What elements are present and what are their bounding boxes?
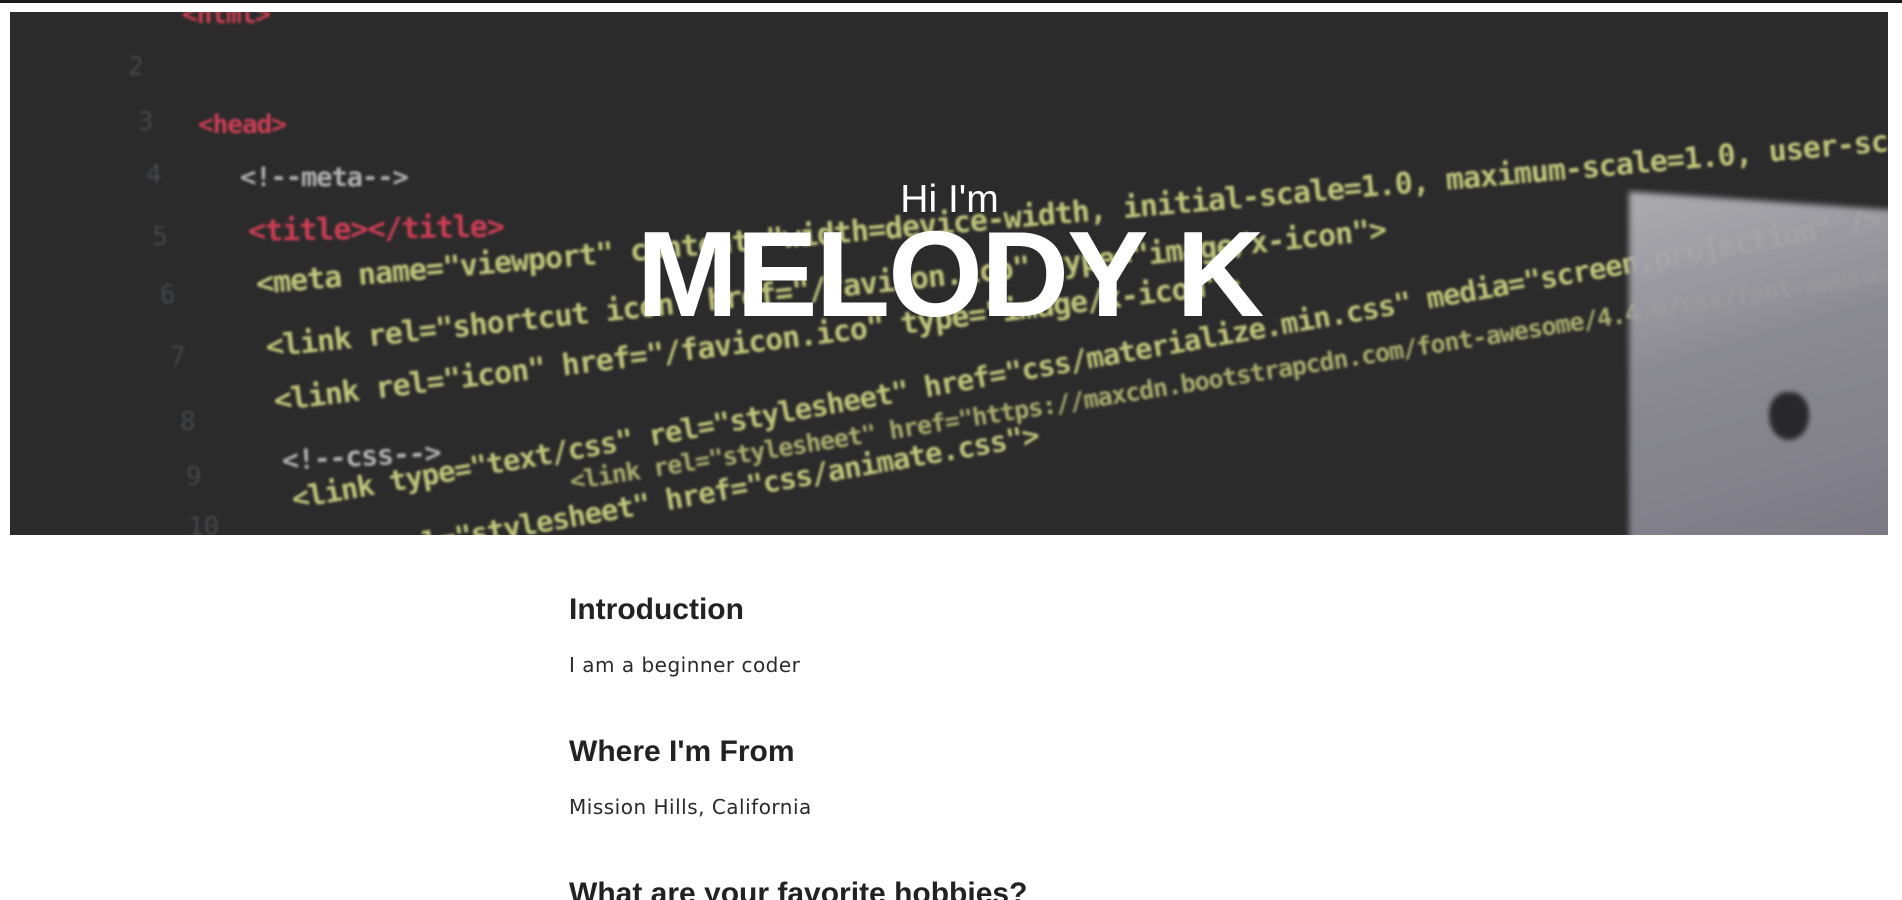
hero-name: MELODY K [636,206,1265,342]
section-heading: Where I'm From [569,735,795,768]
section-text: Mission Hills, California [569,795,812,819]
section-heading: What are your favorite hobbies? [569,877,1028,900]
page: 2 3 4 5 6 7 8 9 10 <html> <head> <!--met… [0,3,1902,900]
right-edge [1888,3,1902,900]
section-introduction: Introduction I am a beginner coder [569,593,800,677]
section-hobbies: What are your favorite hobbies? [569,877,1027,900]
section-where-from: Where I'm From Mission Hills, California [569,735,812,819]
section-text: I am a beginner coder [569,653,801,677]
hero-banner: 2 3 4 5 6 7 8 9 10 <html> <head> <!--met… [10,12,1889,535]
hero-text: Hi I'm MELODY K [10,12,1889,535]
section-heading: Introduction [569,593,744,626]
